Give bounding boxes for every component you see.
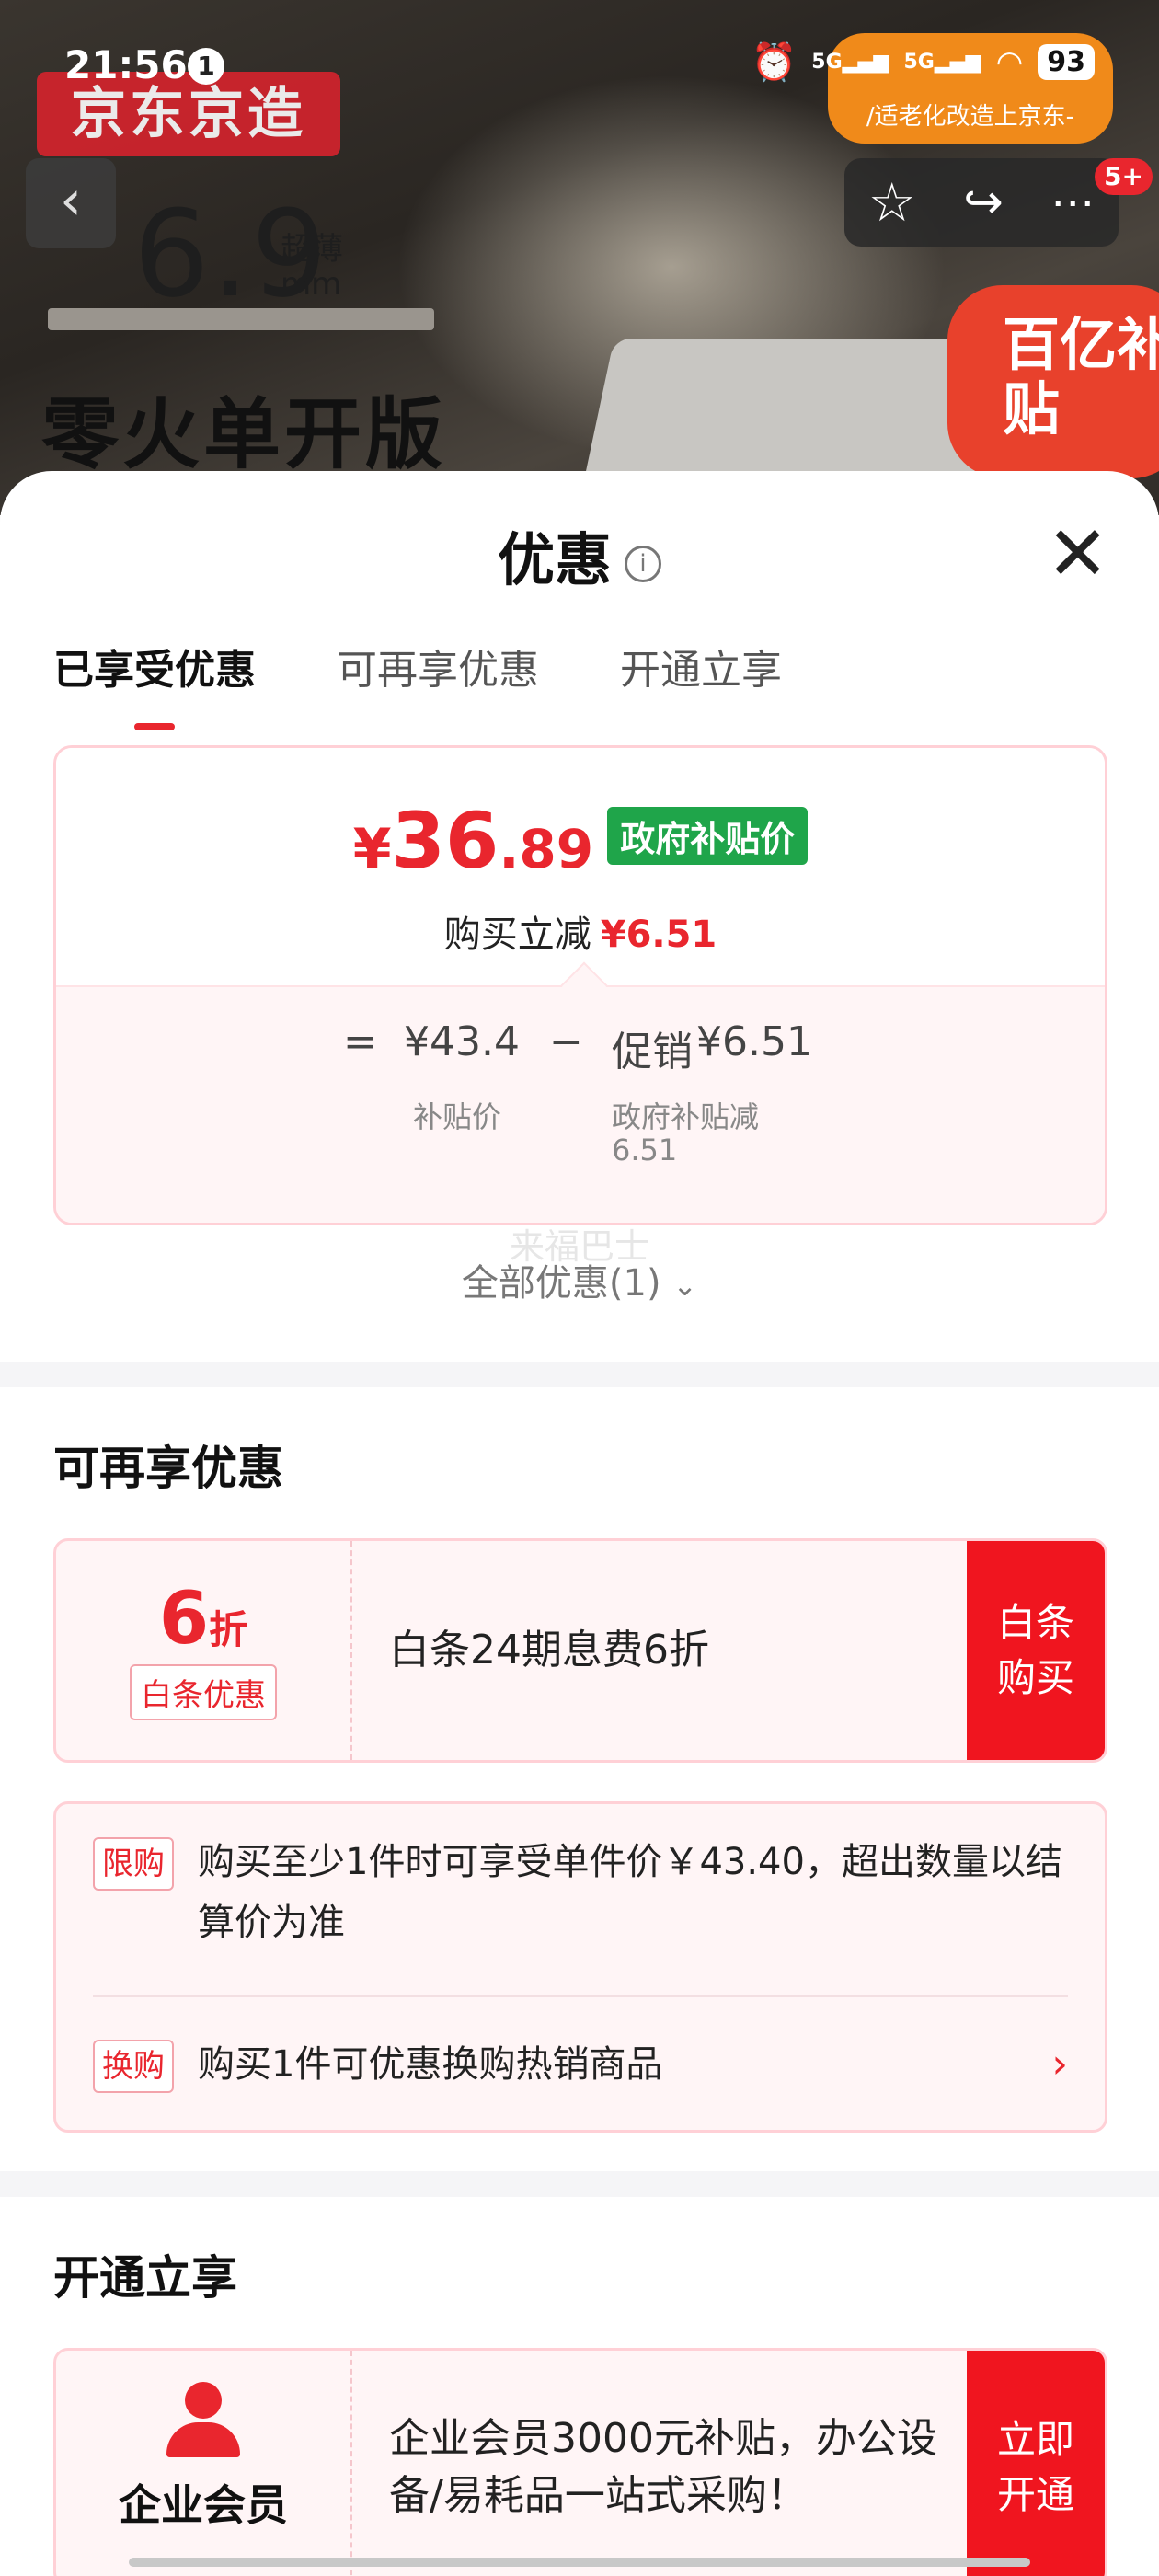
final-price: ¥36.89 政府补贴价 xyxy=(56,796,1105,886)
price-breakdown: = ¥43.4 − 促销 ¥6.51 补贴价 政府补贴减 6.51 xyxy=(56,961,1105,1223)
tab-more-offers[interactable]: 可再享优惠 xyxy=(337,637,539,696)
enterprise-member-card: 企业会员 企业会员3000元补贴，办公设备/易耗品一站式采购！ 立即开通 xyxy=(53,2348,1107,2576)
exchange-tag: 换购 xyxy=(93,2040,174,2093)
tab-open-enjoy[interactable]: 开通立享 xyxy=(620,637,782,696)
share-icon[interactable]: ↪ xyxy=(963,175,1004,230)
chevron-right-icon: › xyxy=(1051,2041,1068,2087)
section-divider xyxy=(0,2171,1159,2197)
all-offers-label: 全部优惠(1) xyxy=(461,1262,661,1305)
status-time: 21:56 xyxy=(64,42,188,87)
notification-count: 1 xyxy=(188,48,224,85)
thickness-label-text: 超薄 xyxy=(281,231,343,268)
discount-unit: 折 xyxy=(209,1607,248,1652)
chevron-down-icon: ⌄ xyxy=(672,1268,698,1303)
offer-tabs: 已享受优惠 可再享优惠 开通立享 xyxy=(53,637,782,730)
member-left: 企业会员 xyxy=(56,2351,352,2576)
status-icons: ⏰ 5G▂▄▆ 5G▂▄▆ ◠ 93 xyxy=(751,40,1095,84)
section-divider xyxy=(0,1362,1159,1387)
price-currency: ¥ xyxy=(352,817,392,881)
section-title-more: 可再享优惠 xyxy=(53,1442,283,1495)
base-price: ¥43.4 xyxy=(404,1018,520,1065)
sheet-title: 优惠 i xyxy=(0,513,1159,596)
signal-icon: 5G▂▄▆ xyxy=(903,51,981,74)
thickness-label: 超薄 mm xyxy=(281,232,343,302)
price-decimal: .89 xyxy=(499,818,594,880)
subsidy-badge: 百亿补贴 xyxy=(947,285,1159,478)
signal-label: 5G xyxy=(811,51,843,74)
baitiao-coupon: 6折 白条优惠 白条24期息费6折 白条购买 xyxy=(53,1538,1107,1763)
alarm-icon: ⏰ xyxy=(751,41,798,84)
minus-sign: − xyxy=(549,1018,583,1065)
discount-number: 6 xyxy=(158,1578,210,1661)
section-title-open: 开通立享 xyxy=(53,2251,237,2305)
gov-subsidy-tag: 政府补贴价 xyxy=(607,807,809,865)
button-line: 白条 xyxy=(996,1600,1074,1645)
reduction-label: 购买立减 xyxy=(443,914,591,956)
instant-reduction: 购买立减 ¥6.51 xyxy=(56,904,1105,958)
more-icon[interactable]: ⋯ xyxy=(1050,177,1095,228)
button-line: 立即 xyxy=(996,2417,1074,2462)
user-icon xyxy=(166,2382,240,2457)
all-offers-toggle[interactable]: 全部优惠(1) ⌄ xyxy=(0,1253,1159,1306)
action-pill: ☆ ↪ ⋯ xyxy=(844,158,1119,247)
promo-label: 促销 xyxy=(612,1029,693,1075)
status-bar: 21:56 1 ⏰ 5G▂▄▆ 5G▂▄▆ ◠ 93 xyxy=(0,37,1159,101)
product-edition: 零火单开版 xyxy=(41,389,447,479)
base-price-label: 补贴价 xyxy=(413,1099,502,1134)
member-description: 企业会员3000元补贴，办公设备/易耗品一站式采购！ xyxy=(389,2415,937,2519)
product-bar-graphic xyxy=(48,308,434,330)
home-indicator[interactable] xyxy=(129,2558,1030,2567)
price-summary-card: ¥36.89 政府补贴价 购买立减 ¥6.51 = ¥43.4 − 促销 ¥6.5… xyxy=(53,745,1107,1225)
baitiao-buy-button[interactable]: 白条 购买 xyxy=(967,1541,1105,1760)
sheet-title-text: 优惠 xyxy=(497,526,612,593)
limit-divider xyxy=(93,1995,1068,1997)
open-now-button[interactable]: 立即 开通 xyxy=(967,2351,1105,2576)
favorite-star-icon[interactable]: ☆ xyxy=(868,171,916,234)
signal-label: 5G xyxy=(903,51,935,74)
discount-rate: 6折 xyxy=(56,1578,350,1661)
button-line: 购买 xyxy=(996,1655,1074,1700)
promo-desc-label: 政府补贴减 xyxy=(612,1099,760,1134)
exchange-row[interactable]: 换购 购买1件可优惠换购热销商品 › xyxy=(93,2034,1068,2095)
close-icon[interactable]: ✕ xyxy=(1046,517,1109,592)
price-top: ¥36.89 政府补贴价 购买立减 ¥6.51 xyxy=(56,748,1105,985)
promo-value: ¥6.51 xyxy=(696,1018,812,1065)
member-label: 企业会员 xyxy=(119,2480,288,2530)
info-icon[interactable]: i xyxy=(625,545,661,582)
back-button[interactable]: ‹ xyxy=(26,158,116,248)
promo-desc-value: 6.51 xyxy=(612,1133,678,1167)
coupon-description: 白条24期息费6折 xyxy=(389,1627,709,1673)
tab-enjoyed[interactable]: 已享受优惠 xyxy=(53,637,256,730)
signal-icon: 5G▂▄▆ xyxy=(811,51,889,74)
reduction-value: ¥6.51 xyxy=(600,914,717,956)
message-badge: 5+ xyxy=(1095,158,1153,195)
limit-text: 购买至少1件时可享受单件价￥43.40，超出数量以结算价为准 xyxy=(198,1841,1062,1944)
coupon-discount: 6折 白条优惠 xyxy=(56,1541,352,1760)
discount-tag: 白条优惠 xyxy=(130,1664,277,1720)
purchase-limits-card: 限购 购买至少1件时可享受单件价￥43.40，超出数量以结算价为准 换购 购买1… xyxy=(53,1801,1107,2133)
button-line: 开通 xyxy=(996,2472,1074,2517)
offers-sheet: 优惠 i ✕ 已享受优惠 可再享优惠 开通立享 ¥36.89 政府补贴价 购买立减… xyxy=(0,471,1159,2576)
limit-row: 限购 购买至少1件时可享受单件价￥43.40，超出数量以结算价为准 xyxy=(93,1832,1068,1953)
promo-badge-sub: /适老化改造上京东- xyxy=(866,103,1075,131)
price-integer: 36 xyxy=(391,796,499,886)
exchange-text: 购买1件可优惠换购热销商品 xyxy=(198,2043,663,2086)
equals-sign: = xyxy=(343,1018,377,1065)
wifi-icon: ◠ xyxy=(995,43,1024,81)
limit-tag: 限购 xyxy=(93,1837,174,1891)
battery-indicator: 93 xyxy=(1038,44,1095,80)
thickness-unit: mm xyxy=(281,266,342,303)
